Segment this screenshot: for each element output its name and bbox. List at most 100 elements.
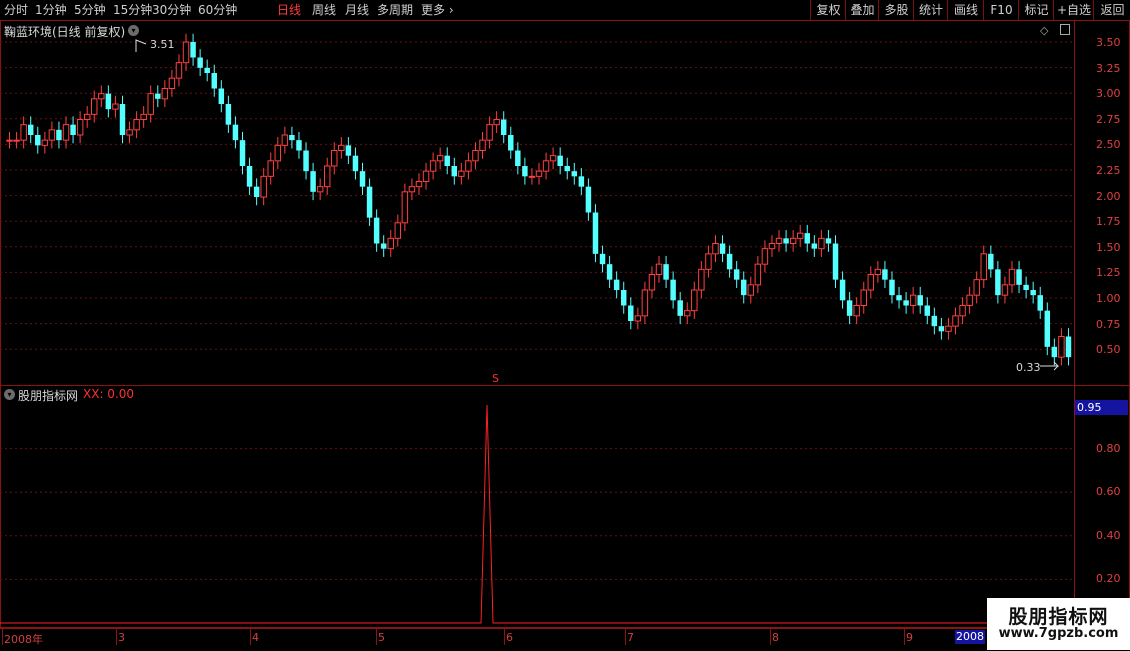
candle-body xyxy=(980,253,987,281)
period-tab-1[interactable]: 1分钟 xyxy=(35,2,67,18)
period-tab-4[interactable]: 30分钟 xyxy=(152,2,191,18)
candle-body xyxy=(401,191,409,224)
candle-body xyxy=(677,300,683,316)
candle-body xyxy=(571,171,578,177)
period-toolbar: 分时 1分钟 5分钟 15分钟 30分钟 60分钟 日线 周线 月线 多周期 更多 › 复权 叠加 多股… xyxy=(0,0,1130,21)
time-tick-mark xyxy=(504,629,505,645)
period-tab-8[interactable]: 月线 xyxy=(345,2,369,18)
candle-body xyxy=(225,104,232,125)
candle-body xyxy=(924,305,931,316)
price-axis-pane xyxy=(1074,20,1130,386)
candle-body xyxy=(105,93,112,110)
candle-body xyxy=(155,93,161,99)
signal-marker: S xyxy=(492,372,499,385)
candle-body xyxy=(486,124,493,141)
candle-body xyxy=(204,67,210,73)
candle-body xyxy=(508,135,514,151)
price-tick-label: 2.25 xyxy=(1096,164,1121,177)
candle-body xyxy=(422,170,430,183)
candle-body xyxy=(323,165,331,188)
candle-body xyxy=(366,186,373,218)
time-tick-label: 8 xyxy=(772,631,779,644)
period-tab-7[interactable]: 周线 xyxy=(312,2,336,18)
time-tick-label: 6 xyxy=(506,631,513,644)
period-tab-2[interactable]: 5分钟 xyxy=(74,2,106,18)
candle-body xyxy=(345,145,352,156)
candle-body xyxy=(585,186,592,213)
candle-body xyxy=(429,160,437,172)
candle-body xyxy=(1058,336,1065,358)
toolbar-button-6[interactable]: 标记 xyxy=(1018,0,1054,20)
price-tick-label: 2.00 xyxy=(1096,189,1121,203)
candle-body xyxy=(451,166,458,177)
candle-body xyxy=(528,175,536,178)
candle-body xyxy=(493,119,500,126)
time-tick-mark xyxy=(2,629,3,645)
time-tick-mark xyxy=(770,629,771,645)
period-tab-5[interactable]: 60分钟 xyxy=(198,2,237,18)
toolbar-button-0[interactable]: 复权 xyxy=(810,0,846,20)
candle-body xyxy=(197,57,203,68)
time-tick-mark xyxy=(250,629,251,645)
candle-body xyxy=(578,176,585,187)
candle-body xyxy=(768,243,776,250)
candle-body xyxy=(331,150,338,167)
candle-body xyxy=(783,238,789,244)
candle-body xyxy=(889,279,895,296)
candle-body xyxy=(542,160,550,172)
candle-body xyxy=(747,284,755,296)
candle-body xyxy=(465,160,472,172)
candle-body xyxy=(1008,268,1016,286)
candle-body xyxy=(740,279,747,296)
candle-body xyxy=(1001,284,1009,296)
candle-body xyxy=(655,263,663,276)
candle-body xyxy=(804,233,810,244)
candle-body xyxy=(825,238,832,244)
candle-body xyxy=(789,237,797,244)
candle-body xyxy=(860,289,867,306)
period-tab-9[interactable]: 多周期 xyxy=(377,2,413,18)
candle-body xyxy=(373,217,380,244)
candle-body xyxy=(1044,310,1051,347)
indicator-tick-label: 0.20 xyxy=(1096,572,1121,586)
candle-body xyxy=(775,237,783,244)
candle-body xyxy=(436,155,444,162)
period-tab-10[interactable]: 更多 › xyxy=(421,2,454,18)
candle-body xyxy=(239,140,246,166)
candle-body xyxy=(733,269,740,280)
toolbar-button-4[interactable]: 画线 xyxy=(947,0,984,20)
candle-body xyxy=(832,243,839,280)
candle-body xyxy=(641,289,649,317)
low-marker-arrow xyxy=(1040,361,1060,371)
toolbar-button-8[interactable]: 返回 xyxy=(1093,0,1130,20)
candle-body xyxy=(917,295,923,306)
time-tick-mark xyxy=(625,629,626,645)
candle-body xyxy=(246,166,253,187)
time-tick-label: 5 xyxy=(378,631,385,644)
candle-body xyxy=(182,41,190,64)
toolbar-button-5[interactable]: F10 xyxy=(983,0,1019,20)
candle-body xyxy=(147,93,154,115)
candle-body xyxy=(995,269,1001,296)
time-tick-label: 3 xyxy=(118,631,125,644)
indicator-current-value: 0.95 xyxy=(1075,400,1128,415)
candle-body xyxy=(48,129,56,141)
candle-body xyxy=(882,269,888,280)
candle-body xyxy=(310,171,316,192)
candle-body xyxy=(557,155,563,166)
period-tab-6[interactable]: 日线 xyxy=(277,2,301,18)
candle-body xyxy=(56,129,62,141)
toolbar-button-7[interactable]: +自选 xyxy=(1053,0,1094,20)
candle-body xyxy=(281,134,289,146)
candle-body xyxy=(796,232,804,239)
candle-body xyxy=(133,119,140,131)
candle-body xyxy=(606,264,613,280)
toolbar-button-3[interactable]: 统计 xyxy=(913,0,948,20)
period-tab-0[interactable]: 分时 xyxy=(4,2,28,18)
period-tab-3[interactable]: 15分钟 xyxy=(113,2,152,18)
candle-body xyxy=(112,103,119,110)
toolbar-button-2[interactable]: 多股 xyxy=(878,0,914,20)
candle-body xyxy=(27,124,34,135)
candle-body xyxy=(458,170,465,177)
toolbar-button-1[interactable]: 叠加 xyxy=(845,0,879,20)
